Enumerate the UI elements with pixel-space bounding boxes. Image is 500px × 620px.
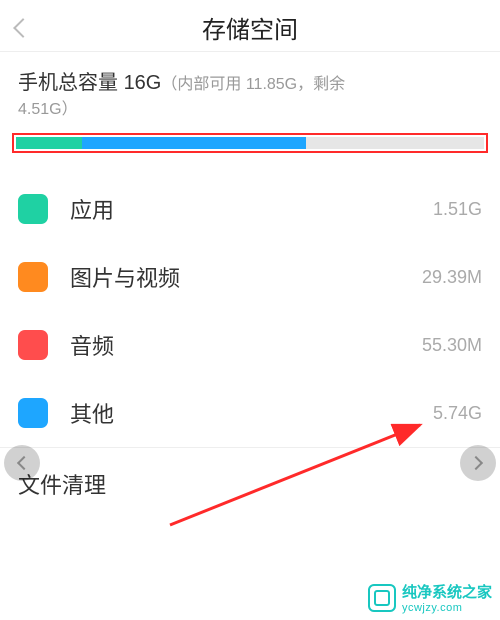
category-color-icon — [18, 330, 48, 360]
summary-total: 16G — [124, 72, 162, 94]
category-row[interactable]: 其他5.74G — [0, 379, 500, 447]
chevron-left-icon — [17, 456, 31, 470]
category-color-icon — [18, 194, 48, 224]
header: 存储空间 — [0, 4, 500, 52]
watermark-url: ycwjzy.com — [402, 602, 492, 614]
storage-bar — [16, 137, 484, 149]
summary-prefix: 手机总容量 — [18, 72, 124, 94]
page-title: 存储空间 — [0, 10, 500, 45]
category-value: 29.39M — [422, 267, 482, 288]
category-value: 5.74G — [433, 403, 482, 424]
watermark-logo-icon — [368, 584, 396, 612]
category-value: 1.51G — [433, 199, 482, 220]
summary-remaining: 4.51G — [18, 101, 62, 118]
category-label: 音频 — [70, 329, 422, 361]
category-value: 55.30M — [422, 335, 482, 356]
category-label: 其他 — [70, 397, 433, 429]
category-row[interactable]: 图片与视频29.39M — [0, 243, 500, 311]
chevron-right-icon — [469, 456, 483, 470]
watermark: 纯净系统之家 ycwjzy.com — [368, 581, 492, 614]
summary-open: （内部可用 — [161, 76, 245, 93]
category-list: 应用1.51G图片与视频29.39M音频55.30M其他5.74G — [0, 175, 500, 447]
category-label: 图片与视频 — [70, 261, 422, 293]
summary-close: ） — [62, 101, 78, 118]
category-color-icon — [18, 262, 48, 292]
category-row[interactable]: 音频55.30M — [0, 311, 500, 379]
file-cleanup-row[interactable]: 文件清理 — [0, 447, 500, 520]
category-label: 应用 — [70, 193, 433, 225]
category-color-icon — [18, 398, 48, 428]
storage-bar-highlight — [12, 133, 488, 153]
storage-bar-segment — [82, 137, 307, 149]
carousel-next-button[interactable] — [460, 445, 496, 481]
summary-mid: ，剩余 — [297, 76, 345, 93]
summary-internal: 11.85G — [246, 76, 297, 93]
carousel-prev-button[interactable] — [4, 445, 40, 481]
storage-bar-segment — [16, 137, 82, 149]
watermark-text: 纯净系统之家 — [402, 581, 492, 602]
storage-summary: 手机总容量 16G（内部可用 11.85G，剩余 4.51G） — [0, 52, 500, 127]
category-row[interactable]: 应用1.51G — [0, 175, 500, 243]
